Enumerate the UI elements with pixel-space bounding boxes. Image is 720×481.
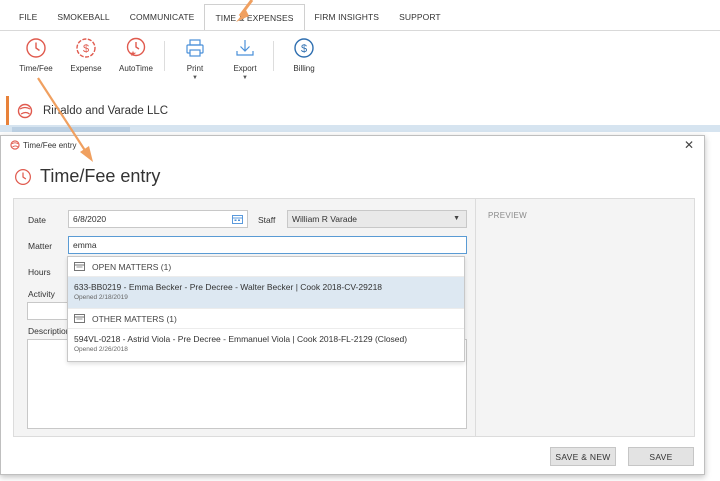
autotime-icon — [126, 37, 146, 57]
smokeball-logo-icon — [17, 103, 33, 118]
matter-input-value: emma — [73, 240, 97, 250]
dialog-heading: Time/Fee entry — [14, 166, 160, 187]
other-matters-header: OTHER MATTERS (1) — [68, 309, 464, 329]
matter-option-opened: Opened 2/26/2018 — [74, 346, 128, 353]
printer-icon — [186, 39, 204, 57]
expense-label: Expense — [70, 64, 102, 73]
tab-support[interactable]: SUPPORT — [389, 0, 451, 30]
list-item[interactable]: 594VL-0218 - Astrid Viola - Pre Decree -… — [68, 329, 464, 361]
chevron-down-icon: ▼ — [242, 75, 248, 81]
smokeball-logo-icon — [10, 140, 20, 150]
tab-file[interactable]: FILE — [9, 0, 47, 30]
autotime-button[interactable]: AutoTime — [114, 31, 158, 94]
other-matters-title: OTHER MATTERS (1) — [92, 313, 177, 324]
staff-label: Staff — [258, 215, 276, 225]
svg-text:$: $ — [83, 43, 89, 55]
time-fee-label: Time/Fee — [19, 64, 53, 73]
matter-name: Rinaldo and Varade LLC — [43, 104, 169, 117]
matter-option-title: 633-BB0219 - Emma Becker - Pre Decree - … — [74, 282, 383, 292]
list-item[interactable]: 633-BB0219 - Emma Becker - Pre Decree - … — [68, 277, 464, 309]
export-label: Export — [233, 64, 257, 73]
download-icon — [236, 40, 254, 56]
billing-dollar-icon: $ — [294, 38, 314, 58]
dialog-window-title: Time/Fee entry — [23, 140, 77, 150]
preview-label: PREVIEW — [488, 211, 527, 220]
matter-tab-strip — [0, 125, 720, 132]
matter-tab[interactable] — [12, 127, 130, 132]
tab-communicate[interactable]: COMMUNICATE — [120, 0, 205, 30]
ribbon-divider — [164, 41, 165, 71]
clock-icon — [26, 38, 46, 58]
page-title: Time/Fee entry — [40, 166, 161, 186]
matter-header: Rinaldo and Varade LLC — [6, 96, 720, 125]
export-button[interactable]: Export ▼ — [223, 31, 267, 94]
hours-label: Hours — [28, 267, 51, 277]
time-fee-button[interactable]: Time/Fee — [14, 31, 58, 94]
folder-icon — [74, 262, 85, 271]
chevron-down-icon: ▼ — [453, 215, 460, 222]
billing-label: Billing — [293, 64, 315, 73]
save-button[interactable]: SAVE — [628, 447, 694, 466]
tab-smokeball[interactable]: SMOKEBALL — [47, 0, 119, 30]
autotime-label: AutoTime — [119, 64, 153, 73]
ribbon-divider — [273, 41, 274, 71]
folder-icon — [74, 314, 85, 323]
dialog-titlebar: Time/Fee entry ✕ — [1, 136, 704, 154]
chevron-down-icon: ▼ — [192, 75, 198, 81]
matter-label: Matter — [28, 241, 53, 251]
date-field[interactable]: 6/8/2020 — [68, 210, 248, 228]
description-label: Description — [28, 326, 71, 336]
billing-button[interactable]: $ Billing — [282, 31, 326, 94]
expense-button[interactable]: $ Expense — [64, 31, 108, 94]
dollar-circle-icon: $ — [76, 38, 96, 58]
clock-icon — [15, 168, 31, 185]
calendar-icon[interactable] — [232, 214, 243, 224]
date-value: 6/8/2020 — [73, 214, 107, 224]
print-button[interactable]: Print ▼ — [173, 31, 217, 94]
preview-pane: PREVIEW — [475, 199, 695, 436]
svg-text:$: $ — [301, 43, 307, 55]
menu-bar: FILE SMOKEBALL COMMUNICATE TIME & EXPENS… — [0, 0, 720, 30]
date-label: Date — [28, 215, 46, 225]
staff-select[interactable]: William R Varade ▼ — [287, 210, 467, 228]
save-and-new-button[interactable]: SAVE & NEW — [550, 447, 616, 466]
close-icon[interactable]: ✕ — [684, 139, 694, 151]
matter-option-title: 594VL-0218 - Astrid Viola - Pre Decree -… — [74, 334, 408, 344]
matter-search-input[interactable]: emma — [68, 236, 467, 254]
ribbon-toolbar: Time/Fee $ Expense AutoTime Print ▼ Expo… — [0, 30, 720, 94]
print-label: Print — [186, 64, 204, 73]
tab-time-expenses[interactable]: TIME & EXPENSES — [204, 4, 305, 30]
open-matters-header: OPEN MATTERS (1) — [68, 257, 464, 277]
tab-firm-insights[interactable]: FIRM INSIGHTS — [305, 0, 390, 30]
activity-label: Activity — [28, 289, 55, 299]
open-matters-title: OPEN MATTERS (1) — [92, 261, 172, 272]
matter-dropdown: OPEN MATTERS (1) 633-BB0219 - Emma Becke… — [67, 256, 465, 362]
staff-value: William R Varade — [292, 214, 358, 224]
matter-option-opened: Opened 2/18/2019 — [74, 294, 128, 301]
